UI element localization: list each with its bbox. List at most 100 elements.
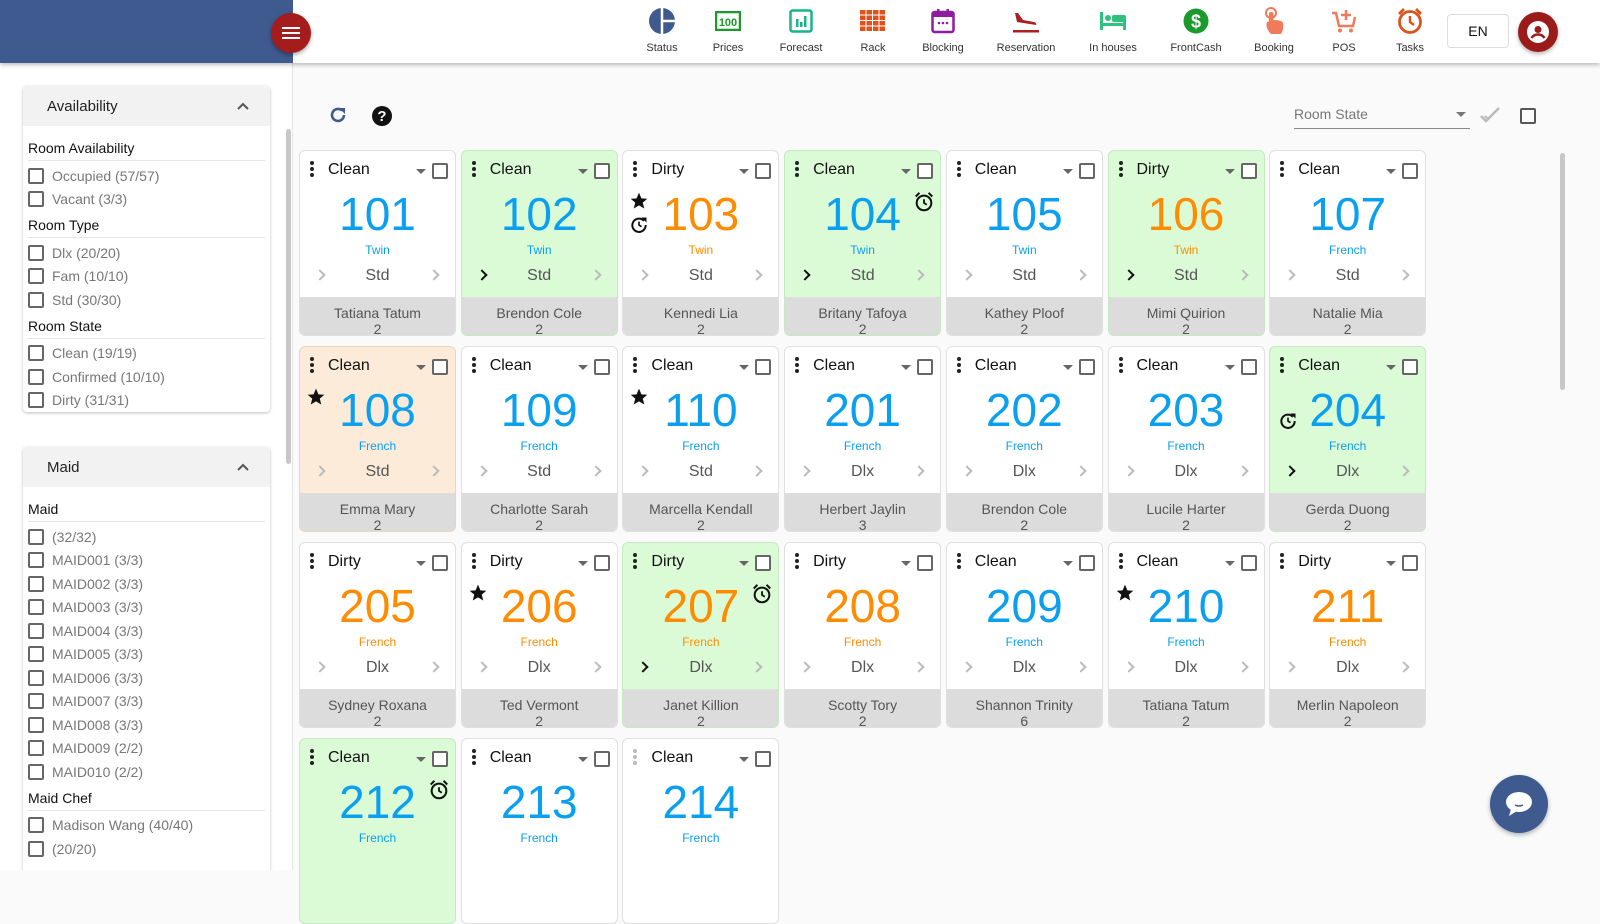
filter-checkbox[interactable] — [28, 840, 44, 857]
filter-checkbox[interactable] — [28, 191, 44, 208]
room-state[interactable]: Clean — [328, 749, 370, 767]
more-vert-icon[interactable] — [471, 553, 476, 569]
chevron-right-action-icon[interactable] — [428, 269, 440, 281]
room-state[interactable]: Clean — [813, 357, 855, 375]
state-dropdown-icon[interactable] — [577, 757, 588, 762]
room-state[interactable]: Clean — [1298, 357, 1340, 375]
chevron-left-action-icon[interactable] — [476, 465, 488, 477]
room-card[interactable]: Clean 108 French Std Emma Mary 2 — [299, 346, 456, 532]
chevron-left-action-icon[interactable] — [799, 661, 811, 673]
nav-tasks[interactable]: Tasks — [1375, 0, 1445, 63]
chevron-right-action-icon[interactable] — [1398, 465, 1410, 477]
room-card[interactable]: Clean 102 Twin Std Brendon Cole 2 — [460, 150, 618, 336]
nav-status[interactable]: Status — [627, 0, 697, 63]
state-dropdown-icon[interactable] — [1062, 365, 1073, 370]
state-dropdown-icon[interactable] — [1386, 365, 1397, 370]
chevron-left-action-icon[interactable] — [476, 269, 488, 281]
filter-checkbox[interactable] — [28, 268, 44, 285]
room-state[interactable]: Dirty — [813, 553, 846, 571]
room-checkbox[interactable] — [432, 163, 448, 179]
state-dropdown-icon[interactable] — [1224, 169, 1235, 174]
room-state[interactable]: Clean — [651, 749, 693, 767]
chevron-right-action-icon[interactable] — [751, 661, 764, 673]
room-card[interactable]: Clean 101 Twin Std Tatiana Tatum 2 — [299, 150, 456, 336]
room-card[interactable]: Dirty 207 French Dlx Janet Killion 2 — [622, 542, 780, 728]
room-checkbox[interactable] — [593, 555, 610, 571]
room-state[interactable]: Clean — [490, 161, 532, 179]
apply-state-button[interactable] — [1479, 105, 1503, 130]
chevron-left-action-icon[interactable] — [314, 269, 326, 281]
chevron-right-action-icon[interactable] — [428, 661, 440, 673]
room-checkbox[interactable] — [755, 163, 772, 179]
chevron-right-action-icon[interactable] — [1075, 661, 1087, 673]
room-card[interactable]: Clean 212 French — [299, 738, 456, 924]
filter-option[interactable]: Fam (10/10) — [28, 265, 265, 289]
filter-checkbox[interactable] — [28, 599, 44, 616]
room-card[interactable]: Clean 202 French Dlx Brendon Cole 2 — [945, 346, 1103, 532]
chevron-left-action-icon[interactable] — [1122, 661, 1135, 673]
chevron-left-action-icon[interactable] — [1284, 269, 1296, 281]
more-vert-icon[interactable] — [795, 553, 800, 569]
more-vert-icon[interactable] — [956, 357, 961, 373]
filter-option[interactable]: (20/20) — [28, 837, 265, 861]
more-vert-icon[interactable] — [471, 749, 476, 765]
filter-checkbox[interactable] — [28, 528, 44, 545]
hamburger-menu-button[interactable] — [271, 13, 311, 53]
room-card[interactable]: Dirty 208 French Dlx Scotty Tory 2 — [784, 542, 942, 728]
filter-option[interactable]: MAID007 (3/3) — [28, 690, 265, 714]
room-state[interactable]: Clean — [975, 161, 1017, 179]
room-checkbox[interactable] — [917, 555, 934, 571]
chat-button[interactable] — [1490, 775, 1548, 833]
filter-checkbox[interactable] — [28, 763, 44, 780]
room-checkbox[interactable] — [1402, 359, 1419, 375]
filter-option[interactable]: Dirty (31/31) — [28, 389, 265, 413]
filter-option[interactable]: MAID010 (2/2) — [28, 760, 265, 784]
more-vert-icon[interactable] — [471, 161, 476, 177]
more-vert-icon[interactable] — [310, 749, 314, 765]
chevron-left-action-icon[interactable] — [1122, 465, 1135, 477]
room-card[interactable]: Clean 204 French Dlx Gerda Duong 2 — [1269, 346, 1427, 532]
room-state[interactable]: Dirty — [651, 161, 684, 179]
nav-frontcash[interactable]: $ FrontCash — [1161, 0, 1231, 63]
state-dropdown-icon[interactable] — [739, 561, 750, 566]
room-card[interactable]: Clean 104 Twin Std Britany Tafoya 2 — [784, 150, 942, 336]
more-vert-icon[interactable] — [471, 357, 476, 373]
room-state[interactable]: Clean — [328, 357, 370, 375]
filter-option[interactable]: Madison Wang (40/40) — [28, 814, 265, 838]
nav-rack[interactable]: Rack — [838, 0, 908, 63]
state-dropdown-icon[interactable] — [1386, 169, 1397, 174]
more-vert-icon[interactable] — [1280, 357, 1285, 373]
more-vert-icon[interactable] — [1118, 357, 1123, 373]
room-state[interactable]: Clean — [813, 161, 855, 179]
filter-option[interactable]: MAID001 (3/3) — [28, 549, 265, 573]
chevron-right-action-icon[interactable] — [1236, 661, 1249, 673]
more-vert-icon[interactable] — [310, 161, 314, 177]
filter-checkbox[interactable] — [28, 622, 44, 639]
room-state[interactable]: Dirty — [651, 553, 684, 571]
room-state[interactable]: Clean — [1298, 161, 1340, 179]
state-dropdown-icon[interactable] — [739, 169, 750, 174]
chevron-right-action-icon[interactable] — [913, 269, 925, 281]
room-card[interactable]: Clean 105 Twin Std Kathey Ploof 2 — [945, 150, 1103, 336]
chevron-right-action-icon[interactable] — [913, 661, 925, 673]
filter-option[interactable]: Confirmed (10/10) — [28, 365, 265, 389]
room-checkbox[interactable] — [1240, 555, 1257, 571]
availability-panel-header[interactable]: Availability — [23, 86, 270, 126]
state-dropdown-icon[interactable] — [901, 365, 912, 370]
chevron-right-action-icon[interactable] — [751, 269, 764, 281]
filter-option[interactable]: Clean (19/19) — [28, 342, 265, 366]
room-state[interactable]: Clean — [490, 357, 532, 375]
room-state[interactable]: Dirty — [1137, 161, 1170, 179]
room-card[interactable]: Dirty 103 Twin Std Kennedi Lia 2 — [622, 150, 780, 336]
state-dropdown-icon[interactable] — [577, 365, 588, 370]
chevron-right-action-icon[interactable] — [590, 465, 602, 477]
room-checkbox[interactable] — [1078, 555, 1095, 571]
more-vert-icon[interactable] — [956, 161, 961, 177]
filter-checkbox[interactable] — [28, 669, 44, 686]
room-state[interactable]: Dirty — [490, 553, 523, 571]
chevron-left-action-icon[interactable] — [961, 465, 973, 477]
room-checkbox[interactable] — [432, 555, 448, 571]
filter-option[interactable]: MAID009 (2/2) — [28, 737, 265, 761]
room-checkbox[interactable] — [593, 163, 610, 179]
room-card[interactable]: Clean 109 French Std Charlotte Sarah 2 — [460, 346, 618, 532]
